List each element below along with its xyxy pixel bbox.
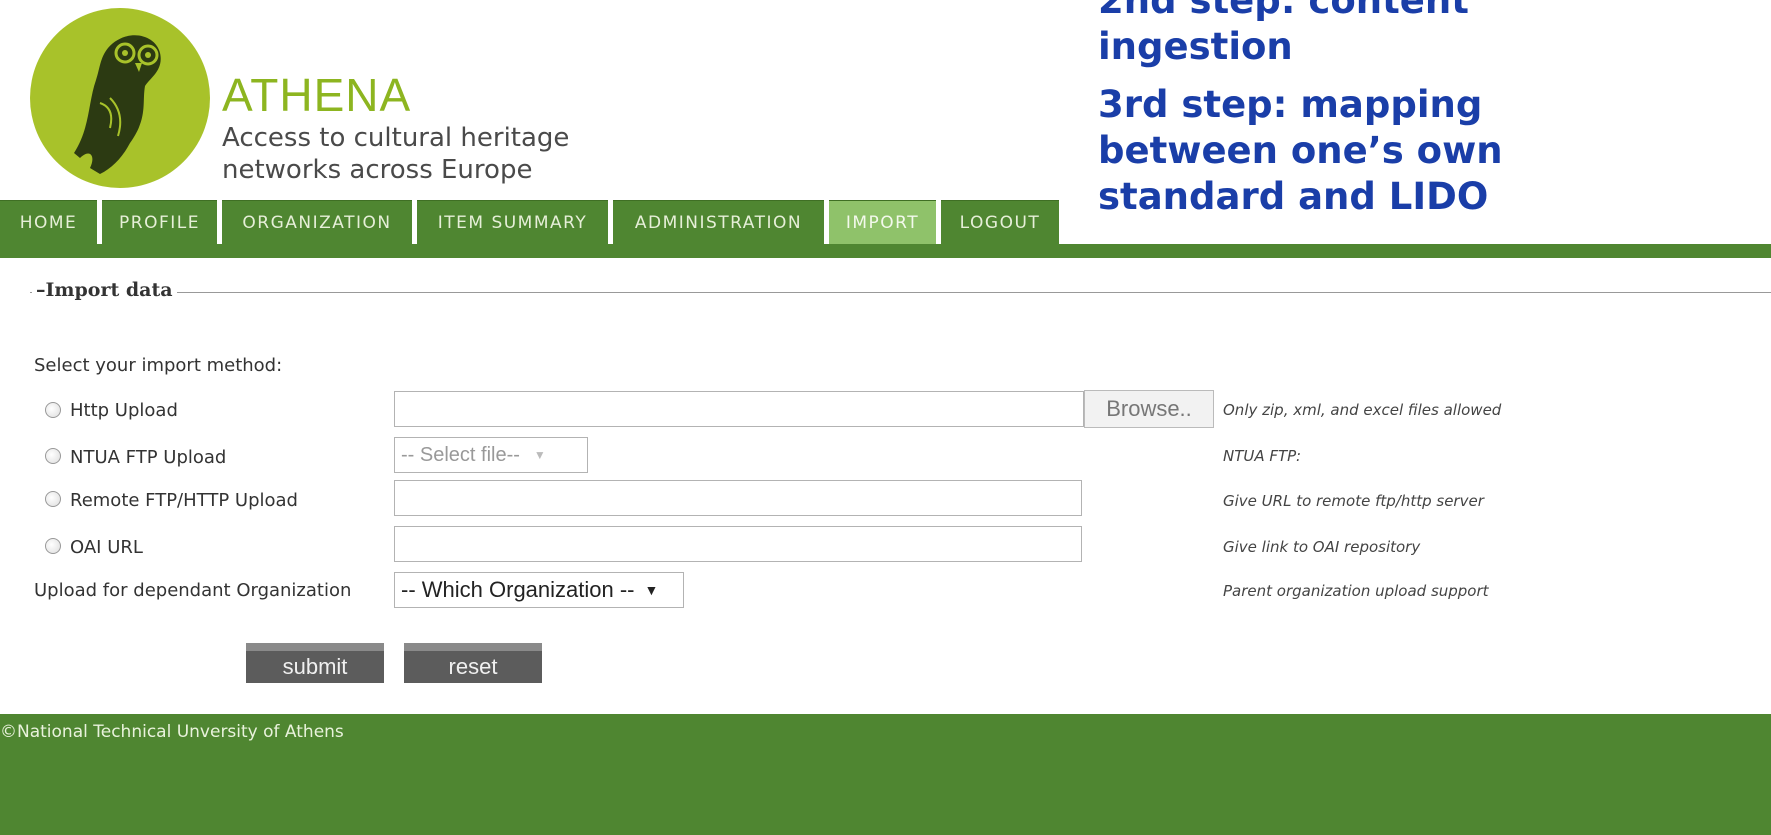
brand-subtitle: Access to cultural heritage networks acr… [222, 122, 569, 186]
tab-administration[interactable]: ADMINISTRATION [613, 200, 824, 244]
dependant-org-hint: Parent organization upload support [1223, 582, 1489, 600]
dependant-org-label: Upload for dependant Organization [34, 580, 352, 601]
dependant-org-select[interactable]: -- Which Organization -- ▼ [394, 572, 684, 608]
tab-import[interactable]: IMPORT [829, 200, 936, 244]
chevron-down-icon: ▼ [533, 448, 546, 462]
step-caption-3: 3rd step: mapping between one’s own stan… [1098, 83, 1503, 218]
fieldset-border [30, 292, 1771, 293]
http-upload-hint: Only zip, xml, and excel files allowed [1223, 401, 1502, 419]
tab-organization[interactable]: ORGANIZATION [222, 200, 412, 244]
ntua-ftp-hint: NTUA FTP: [1223, 447, 1302, 465]
tab-item-summary[interactable]: ITEM SUMMARY [417, 200, 608, 244]
tab-home[interactable]: HOME [0, 200, 97, 244]
remote-upload-label: Remote FTP/HTTP Upload [70, 490, 298, 511]
reset-button[interactable]: reset [404, 643, 542, 683]
brand-subtitle-line1: Access to cultural heritage [222, 123, 570, 153]
oai-url-label: OAI URL [70, 537, 143, 558]
submit-button[interactable]: submit [246, 643, 384, 683]
browse-button[interactable]: Browse.. [1084, 390, 1214, 428]
radio-remote-upload[interactable] [45, 491, 61, 507]
remote-upload-hint: Give URL to remote ftp/http server [1223, 492, 1484, 510]
fieldset-legend-text: Import data [45, 279, 173, 301]
radio-ntua-ftp-upload[interactable] [45, 448, 61, 464]
ntua-file-select-value: -- Select file-- [401, 443, 520, 466]
tab-profile[interactable]: PROFILE [102, 200, 217, 244]
remote-url-input[interactable] [394, 480, 1082, 516]
fieldset-legend: –Import data [32, 279, 177, 301]
import-method-prompt: Select your import method: [34, 355, 283, 376]
radio-oai-url[interactable] [45, 538, 61, 554]
footer-copyright: ©National Technical Unversity of Athens [0, 722, 344, 742]
nav-underline-bar [0, 244, 1771, 258]
radio-http-upload[interactable] [45, 402, 61, 418]
site-header: ATHENA Access to cultural heritage netwo… [0, 0, 1060, 230]
chevron-down-icon: ▼ [644, 582, 659, 598]
step-captions: 2nd step: content ingestion 3rd step: ma… [1098, 0, 1618, 232]
step-caption-2: 2nd step: content ingestion [1098, 0, 1469, 68]
ntua-ftp-upload-label: NTUA FTP Upload [70, 447, 227, 468]
brand-subtitle-line2: networks across Europe [222, 155, 533, 185]
brand-title: ATHENA [222, 69, 412, 121]
http-file-input[interactable] [394, 391, 1084, 427]
dependant-org-select-value: -- Which Organization -- [401, 577, 635, 602]
oai-url-hint: Give link to OAI repository [1223, 538, 1421, 556]
oai-url-input[interactable] [394, 526, 1082, 562]
http-upload-label: Http Upload [70, 400, 178, 421]
main-nav: HOME PROFILE ORGANIZATION ITEM SUMMARY A… [0, 200, 1064, 244]
tab-logout[interactable]: LOGOUT [941, 200, 1059, 244]
ntua-file-select[interactable]: -- Select file-- ▼ [394, 437, 588, 473]
owl-logo-icon [30, 8, 210, 188]
